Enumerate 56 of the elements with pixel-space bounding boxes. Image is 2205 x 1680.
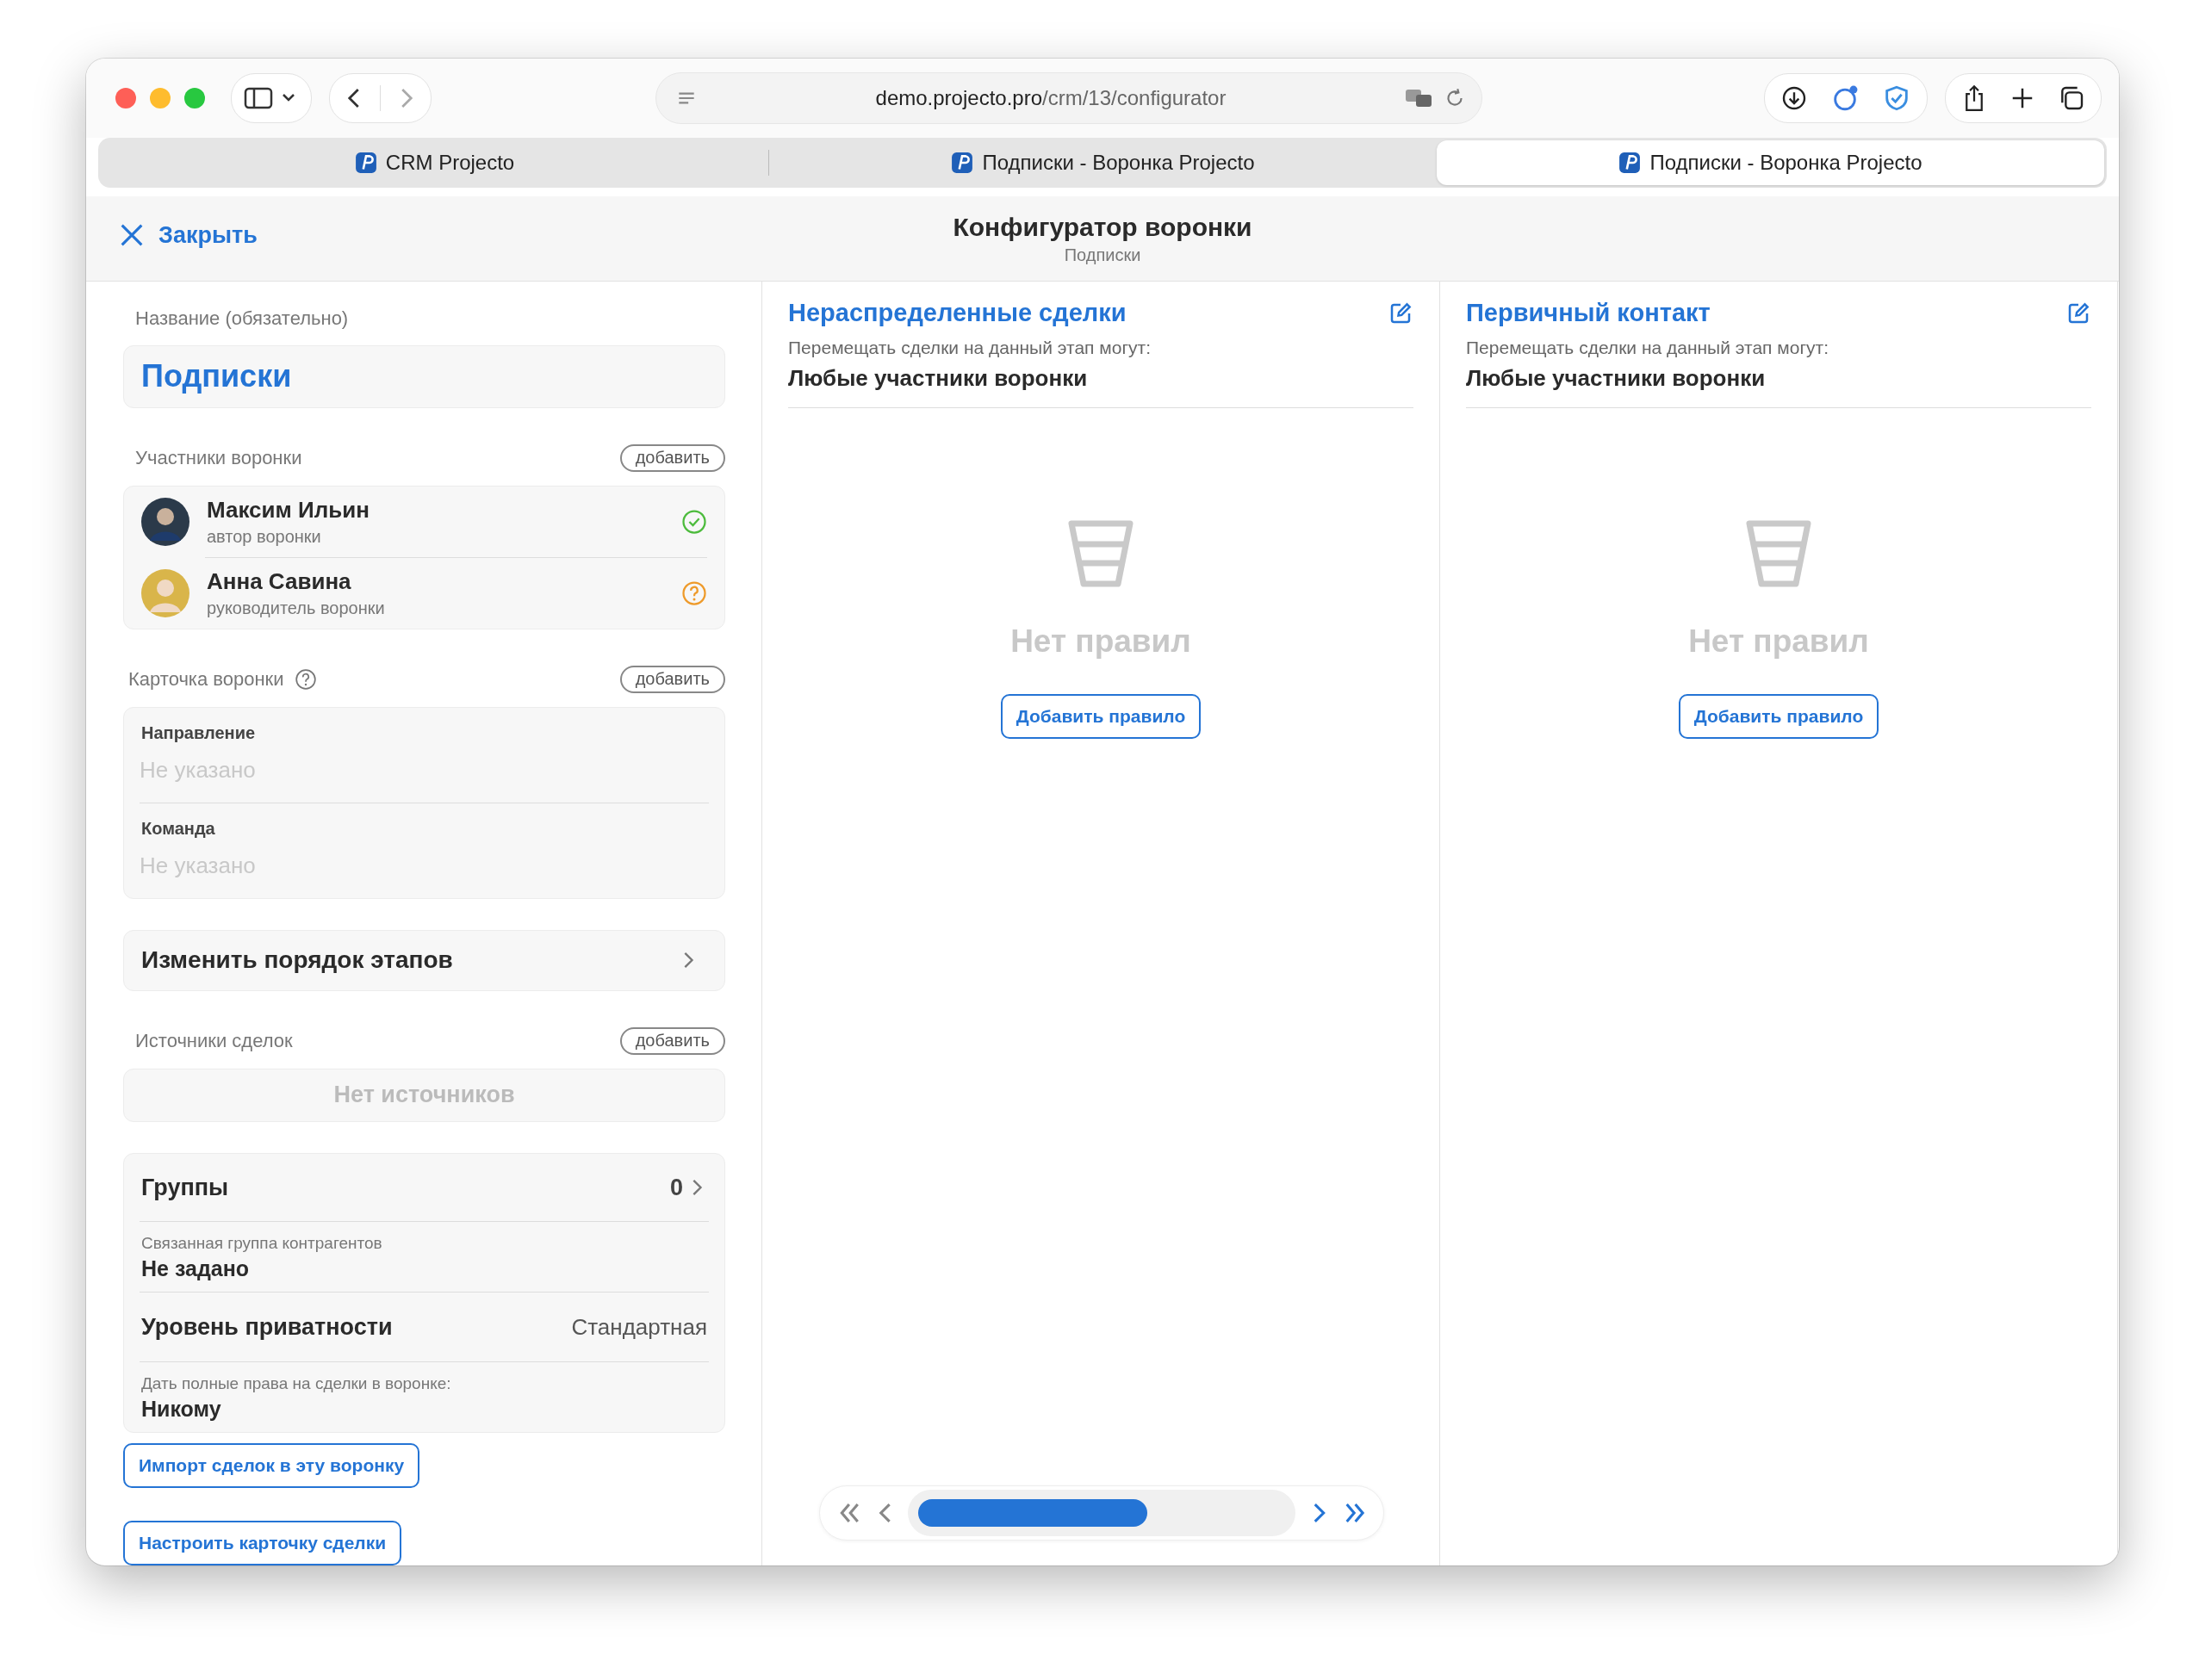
add-rule-button[interactable]: Добавить правило — [1678, 694, 1879, 739]
page-title: Конфигуратор воронки — [953, 212, 1252, 242]
setting-value: Не задано — [141, 1256, 250, 1281]
stage-hint: Перемещать сделки на данный этап могут: — [788, 338, 1152, 358]
section-title: Участники воронки — [134, 446, 302, 469]
add-button[interactable]: добавить — [619, 665, 725, 693]
reorder-stages-button[interactable]: Изменить порядок этапов — [123, 929, 725, 991]
member-role: руководитель воронки — [207, 598, 386, 618]
stage-title: Первичный контакт — [1466, 299, 1711, 327]
action-button[interactable]: Настроить карточку сделки — [123, 1521, 402, 1565]
action-button[interactable]: Импорт сделок в эту воронку — [123, 1443, 420, 1488]
field-label: Команда — [140, 818, 216, 839]
page-subtitle: Подписки — [1063, 245, 1142, 265]
avatar — [141, 568, 189, 617]
add-button[interactable]: добавить — [619, 1026, 725, 1055]
member-name: Максим Ильин — [207, 496, 370, 524]
translate-icon[interactable] — [1404, 87, 1433, 109]
setting-value: Никому — [141, 1397, 221, 1422]
setting-label: Уровень приватности — [141, 1313, 393, 1341]
site-logo-icon — [354, 152, 377, 174]
download-icon[interactable] — [1780, 84, 1808, 112]
address-bar[interactable]: demo.projecto.pro/crm/13/configurator — [655, 72, 1482, 124]
empty-message: Нет источников — [333, 1082, 515, 1109]
site-logo-icon — [951, 152, 974, 174]
add-button[interactable]: добавить — [619, 443, 725, 472]
browser-tab[interactable]: Подписки - Воронка Projecto — [769, 140, 1437, 185]
stage-movers: Любые участники воронки — [1466, 365, 1767, 392]
stage-movers: Любые участники воронки — [788, 365, 1089, 392]
sidebar-toggle-button[interactable] — [231, 73, 312, 123]
funnel-icon — [1066, 518, 1135, 589]
setting-label: Дать полные права на сделки в воронке: — [141, 1374, 451, 1393]
setting-value: Стандартная — [571, 1313, 707, 1341]
help-icon[interactable] — [294, 667, 317, 691]
setting-label: Группы — [141, 1174, 229, 1201]
member-role: автор воронки — [207, 526, 322, 547]
name-field[interactable]: Подписки — [123, 345, 725, 408]
close-button[interactable]: Закрыть — [117, 220, 258, 250]
groups-row[interactable]: Группы 0 — [140, 1154, 709, 1221]
setting-label: Связанная группа контрагентов — [141, 1234, 382, 1253]
site-logo-icon — [1618, 152, 1642, 174]
close-window-button[interactable] — [115, 88, 136, 108]
add-rule-button[interactable]: Добавить правило — [1000, 694, 1202, 739]
url-text: demo.projecto.pro/crm/13/configurator — [874, 86, 1227, 110]
groups-count: 0 — [669, 1174, 683, 1201]
avatar — [141, 497, 189, 546]
member-name: Анна Савина — [207, 567, 352, 595]
field-label: Название (обязательно) — [134, 307, 350, 330]
stage-hint: Перемещать сделки на данный этап могут: — [1466, 338, 1830, 358]
funnel-icon — [1744, 518, 1813, 589]
section-title: Источники сделок — [134, 1029, 293, 1052]
browser-tab[interactable]: CRM Projecto — [101, 140, 768, 185]
browser-tab[interactable]: Подписки - Воронка Projecto — [1437, 140, 2104, 185]
scroll-thumb[interactable] — [918, 1499, 1147, 1527]
stage-title: Нераспределенные сделки — [788, 299, 1127, 327]
field-label: Направление — [140, 722, 257, 743]
section-title: Карточка воронки — [128, 667, 284, 691]
